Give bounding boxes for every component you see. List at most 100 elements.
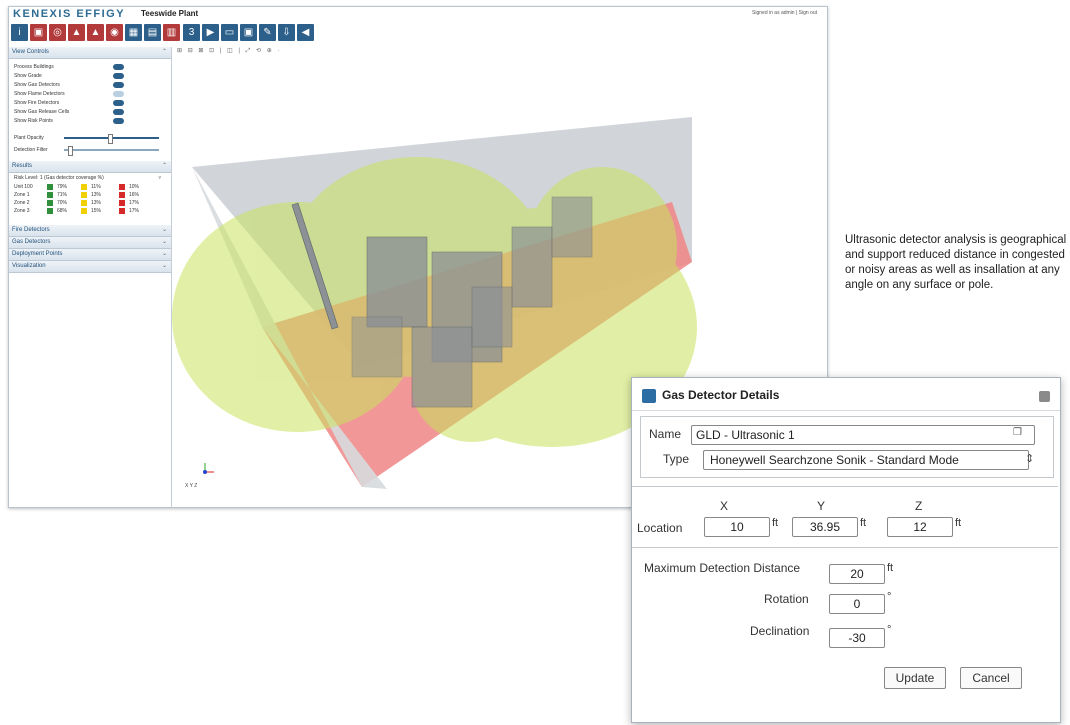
user-info-link[interactable]: Signed in as admin | Sign out [752, 10, 817, 16]
coverage-value: 68% [57, 208, 68, 214]
dialog-title: Gas Detector Details [662, 388, 780, 402]
slider-row: Plant Opacity [9, 132, 171, 144]
declination-input[interactable]: -30 [829, 628, 885, 648]
view-toggle-row: Process Buildings [9, 63, 171, 72]
panel-title: Fire Detectors [12, 227, 50, 233]
chevron-down-icon: ⌄ [161, 251, 167, 257]
zone-name: Zone 1 [14, 192, 30, 198]
x-input[interactable]: 10 [704, 517, 770, 537]
grid-icon[interactable]: ▤ [144, 24, 161, 41]
y-unit: ft [860, 517, 867, 529]
location-label: Location [637, 521, 683, 535]
z-input[interactable]: 12 [887, 517, 953, 537]
results-row: Unit 100 79% 11% 10% [9, 183, 171, 191]
type-select[interactable]: Honeywell Searchzone Sonik - Standard Mo… [703, 450, 1029, 470]
back-icon[interactable]: ◀ [297, 24, 314, 41]
cancel-button[interactable]: Cancel [960, 667, 1022, 689]
select-arrows-icon[interactable]: ⇕ [1025, 452, 1034, 465]
toggle-switch[interactable] [113, 73, 124, 79]
x-label: X [720, 499, 729, 513]
copy-icon[interactable]: ❐ [1013, 427, 1022, 438]
status-swatch [47, 192, 53, 198]
status-swatch [81, 184, 87, 190]
results-dropdown[interactable]: Risk Level: 1 (Gas detector coverage %) ▿ [9, 173, 171, 183]
toggle-switch[interactable] [113, 64, 124, 70]
play-icon[interactable]: ▶ [202, 24, 219, 41]
view-toggle-row: Show Grade [9, 72, 171, 81]
flame-icon[interactable]: ◎ [49, 24, 66, 41]
view-toggle-label: Show Gas Detectors [14, 82, 60, 88]
coverage-value: 13% [91, 192, 102, 198]
rotation-input[interactable]: 0 [829, 594, 885, 614]
fire-detector-icon[interactable]: ▣ [30, 24, 47, 41]
toggle-switch[interactable] [113, 82, 124, 88]
panel-header[interactable]: Visualization ⌄ [9, 261, 171, 273]
update-button[interactable]: Update [884, 667, 946, 689]
slider-handle[interactable] [108, 134, 114, 144]
max-distance-label: Maximum Detection Distance [644, 561, 801, 575]
coverage-value: 11% [91, 184, 101, 190]
chevron-down-icon: ⌄ [161, 239, 167, 245]
x-unit: ft [772, 517, 779, 529]
y-label: Y [817, 499, 826, 513]
max-distance-input[interactable]: 20 [829, 564, 885, 584]
detector-icon [642, 389, 656, 403]
y-input[interactable]: 36.95 [792, 517, 858, 537]
coverage-value: 71% [57, 192, 68, 198]
save-icon[interactable]: ▣ [240, 24, 257, 41]
panel-header[interactable]: Deployment Points ⌄ [9, 249, 171, 261]
max-distance-unit: ft [887, 562, 894, 574]
download-icon[interactable]: ⇩ [278, 24, 295, 41]
view-toggle-row: Show Flame Detectors [9, 90, 171, 99]
edit-icon[interactable]: ✎ [259, 24, 276, 41]
rotation-label: Rotation [764, 592, 809, 606]
view-toggle-label: Process Buildings [14, 64, 54, 70]
print-icon[interactable]: ▭ [221, 24, 238, 41]
3d-icon[interactable]: 3 [183, 24, 200, 41]
view-sliders: Plant Opacity Detection Filter [9, 132, 171, 156]
status-swatch [47, 200, 53, 206]
results-table: Unit 100 79% 11% 10% Zone 1 71% 13% 16% Zone 2 70… [9, 183, 171, 215]
slider-handle[interactable] [67, 146, 73, 156]
results-row: Zone 2 70% 13% 17% [9, 199, 171, 207]
risk-icon[interactable]: ▲ [87, 24, 104, 41]
status-swatch [47, 184, 53, 190]
coverage-value: 79% [57, 184, 68, 190]
results-header[interactable]: Results ⌃ [9, 161, 171, 173]
gas-icon[interactable]: ◉ [106, 24, 123, 41]
slider-track[interactable] [64, 134, 159, 144]
slider-row: Detection Filter [9, 144, 171, 156]
collapsed-panels: Fire Detectors ⌄ Gas Detectors ⌄ Deployment … [9, 225, 171, 273]
name-label: Name [649, 427, 682, 441]
coverage-value: 13% [91, 200, 102, 206]
coverage-value: 15% [91, 208, 102, 214]
chart-icon[interactable]: ▦ [125, 24, 142, 41]
axis-gizmo [203, 463, 214, 474]
toggle-switch[interactable] [113, 109, 124, 115]
coverage-value: 17% [129, 200, 140, 206]
status-swatch [119, 184, 125, 190]
viewport-toolbar[interactable]: ⊞ ⊟ ⊠ ⊡ | ◫ | ⤢ ⟲ ⊕ · [177, 47, 281, 57]
panel-title: Visualization [12, 263, 46, 269]
results-row: Zone 1 71% 13% 16% [9, 191, 171, 199]
view-controls-header[interactable]: View Controls ⌃ [9, 47, 171, 59]
toggle-switch[interactable] [113, 100, 124, 106]
panel-header[interactable]: Gas Detectors ⌄ [9, 237, 171, 249]
panel-header[interactable]: Fire Detectors ⌄ [9, 225, 171, 237]
status-swatch [81, 208, 87, 214]
name-input[interactable]: GLD - Ultrasonic 1 [691, 425, 1035, 445]
slider-track[interactable] [64, 146, 159, 156]
close-icon[interactable] [1039, 391, 1050, 402]
view-toggle-label: Show Risk Points [14, 118, 53, 124]
toggle-switch[interactable] [113, 91, 124, 97]
status-swatch [119, 200, 125, 206]
info-icon[interactable]: i [11, 24, 28, 41]
axis-label: X Y Z [185, 483, 198, 489]
report-icon[interactable]: ▥ [163, 24, 180, 41]
status-swatch [81, 200, 87, 206]
toggle-switch[interactable] [113, 118, 124, 124]
alarm-icon[interactable]: ▲ [68, 24, 85, 41]
chevron-down-icon: ⌄ [161, 263, 167, 269]
coverage-value: 10% [129, 184, 140, 190]
brand-logo: KENEXIS EFFIGY [13, 8, 126, 20]
